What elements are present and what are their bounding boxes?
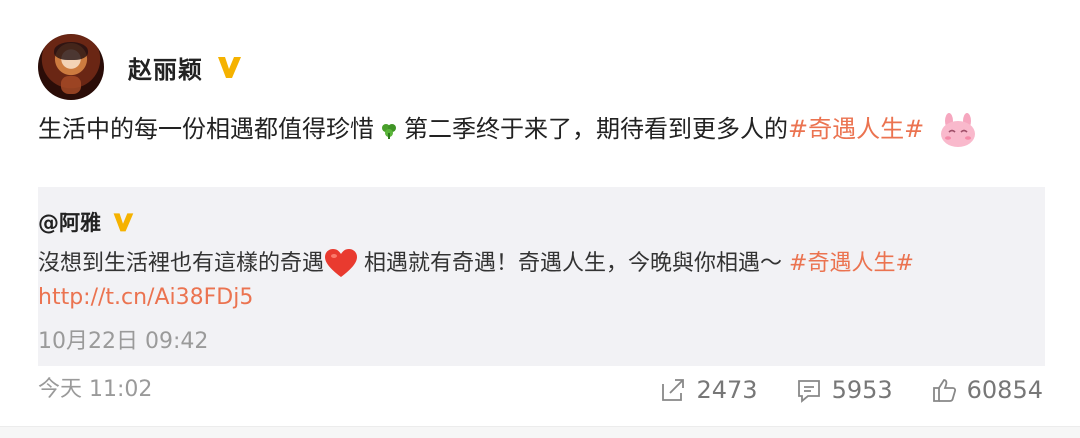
post-text: 生活中的每一份相遇都值得珍惜 第二季终于来了，期待看到更多人的#奇遇人生# [38, 108, 1043, 150]
repost-timestamp: 10月22日 09:42 [38, 329, 209, 354]
repost-text-part2: 相遇就有奇遇！奇遇人生，今晚與你相遇～ [364, 251, 783, 276]
share-count: 2473 [696, 376, 758, 404]
comment-icon [797, 380, 820, 403]
post-footer: 今天 11:02 2473 5953 60854 [38, 373, 1043, 409]
share-icon [662, 379, 685, 401]
post-header: 赵丽颖 [38, 28, 243, 106]
repost-text-part1: 沒想到生活裡也有這樣的奇遇 [38, 251, 325, 276]
post-timestamp: 今天 11:02 [38, 377, 153, 402]
card-divider [0, 426, 1080, 438]
like-count: 60854 [966, 376, 1043, 404]
post-text-part1: 生活中的每一份相遇都值得珍惜 [38, 115, 374, 143]
verified-badge-icon [218, 57, 241, 78]
action-bar: 2473 5953 60854 [622, 373, 1043, 407]
like-button[interactable]: 60854 [931, 376, 1043, 404]
repost-author-name[interactable]: @阿雅 [38, 207, 101, 237]
share-button[interactable]: 2473 [660, 376, 758, 404]
repost-url-link[interactable]: http://t.cn/Ai38FDj5 [38, 285, 253, 310]
repost-header: @阿雅 [38, 207, 135, 237]
weibo-post-card: 赵丽颖 生活中的每一份相遇都值得珍惜 第二季终于来了，期待看到更多人的#奇遇人生… [0, 0, 1080, 438]
post-topic-link[interactable]: #奇遇人生# [788, 115, 924, 143]
clover-emoji-icon [382, 124, 396, 139]
comment-count: 5953 [831, 376, 893, 404]
repost-box[interactable]: @阿雅 沒想到生活裡也有這樣的奇遇 相遇就有奇遇！奇遇人生，今晚與你相遇～ #奇… [38, 187, 1045, 366]
bunny-emoji-icon [940, 113, 975, 147]
repost-verified-badge-icon [113, 213, 134, 232]
heart-emoji-icon [325, 249, 358, 277]
author-name[interactable]: 赵丽颖 [128, 50, 203, 85]
repost-text: 沒想到生活裡也有這樣的奇遇 相遇就有奇遇！奇遇人生，今晚與你相遇～ #奇遇人生# [38, 245, 1038, 282]
comment-button[interactable]: 5953 [796, 376, 893, 404]
like-icon [932, 379, 956, 402]
avatar[interactable] [38, 34, 104, 100]
repost-topic-link[interactable]: #奇遇人生# [789, 251, 914, 276]
post-text-part2: 第二季终于来了，期待看到更多人的 [404, 115, 788, 143]
